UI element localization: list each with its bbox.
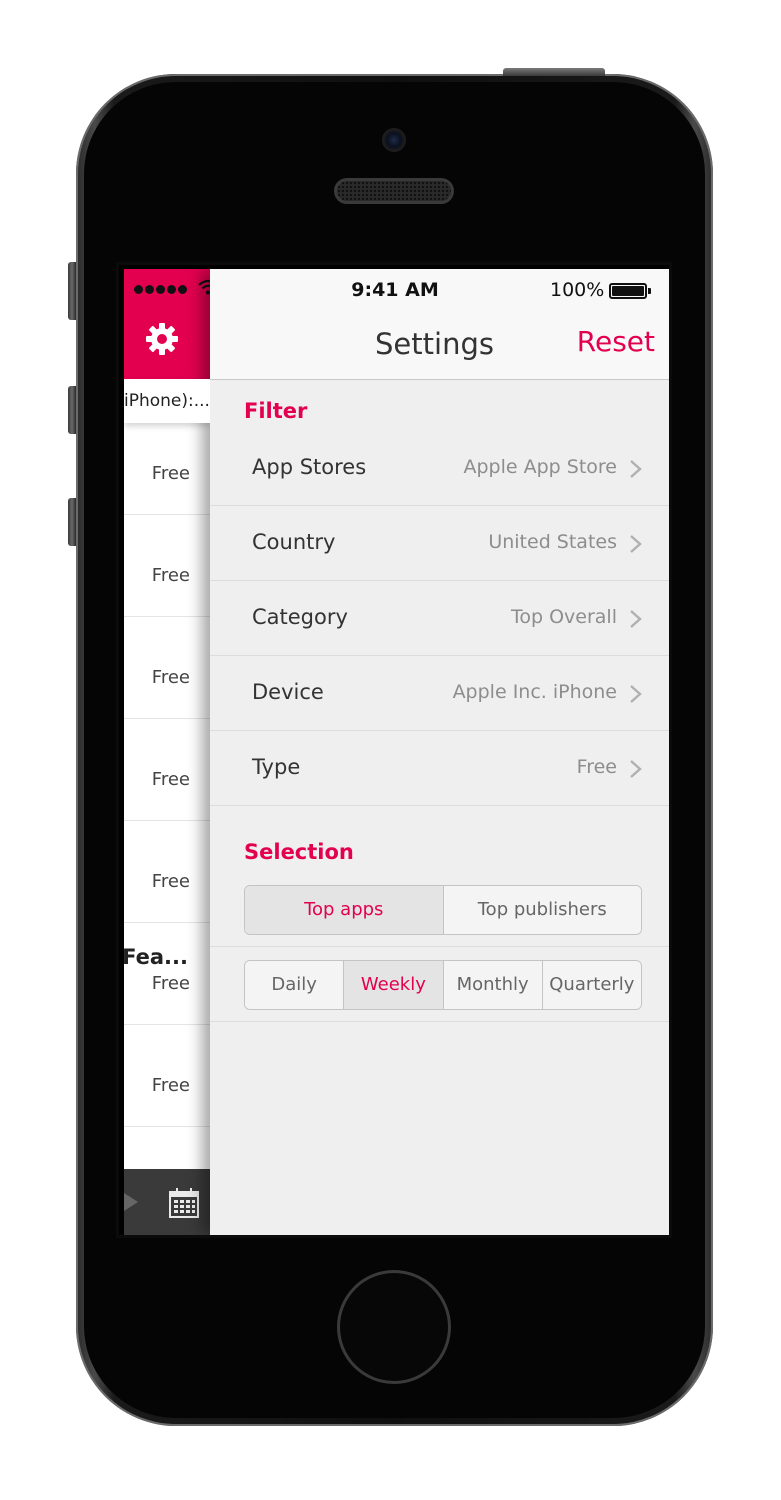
status-time: 9:41 AM [351, 279, 439, 301]
period-segmented-control: Daily Weekly Monthly Quarterly [244, 960, 642, 1010]
play-icon[interactable] [124, 1193, 138, 1211]
filter-row-category[interactable]: Category Top Overall [210, 581, 669, 656]
drawer-subtitle[interactable]: iPhone):... [124, 379, 210, 423]
row-value: Apple Inc. iPhone [452, 681, 617, 703]
kind-segmented-control: Top apps Top publishers [244, 885, 642, 935]
filter-row-app-stores[interactable]: App Stores Apple App Store [210, 431, 669, 506]
chevron-right-icon [630, 535, 642, 553]
drawer-list: Free Free Free Free Free , Fea... Free F… [124, 423, 210, 1127]
price-label: Free [151, 667, 190, 688]
item-title: , Fea... [124, 945, 188, 969]
front-camera [382, 128, 406, 152]
filter-row-device[interactable]: Device Apple Inc. iPhone [210, 656, 669, 731]
filter-row-type[interactable]: Type Free [210, 731, 669, 806]
battery-icon [609, 283, 647, 299]
phone-screen: iPhone):... Free Free Free Free Free , F… [116, 262, 672, 1238]
price-label: Free [151, 463, 190, 484]
chevron-right-icon [630, 610, 642, 628]
divider [210, 946, 669, 947]
side-drawer: iPhone):... Free Free Free Free Free , F… [124, 269, 210, 1235]
segment-top-publishers[interactable]: Top publishers [443, 886, 641, 934]
segment-daily[interactable]: Daily [245, 961, 345, 1009]
row-label: Country [252, 530, 336, 554]
selection-section-label: Selection [244, 840, 354, 864]
power-button [503, 68, 605, 76]
wifi-icon [198, 279, 210, 295]
calendar-icon[interactable] [168, 1187, 200, 1219]
row-label: Type [252, 755, 301, 779]
home-button[interactable] [337, 1270, 451, 1384]
battery-tip [648, 288, 651, 294]
page-title-text: Settings [375, 327, 494, 361]
price-label: Free [151, 769, 190, 790]
chevron-right-icon [630, 760, 642, 778]
segment-monthly[interactable]: Monthly [443, 961, 543, 1009]
row-label: Category [252, 605, 348, 629]
list-item[interactable]: Free [124, 821, 210, 923]
price-label: Free [151, 1075, 190, 1096]
list-item[interactable]: Free [124, 719, 210, 821]
list-item[interactable]: , Fea... Free [124, 923, 210, 1025]
price-label: Free [151, 565, 190, 586]
divider [210, 1021, 669, 1022]
price-label: Free [151, 973, 190, 994]
navigation-bar: 9:41 AM 100% Settings Reset [210, 269, 669, 380]
chevron-right-icon [630, 685, 642, 703]
reset-button[interactable]: Reset [577, 325, 655, 358]
row-label: Device [252, 680, 324, 704]
list-item[interactable]: Free [124, 423, 210, 515]
drawer-toolbar [124, 1169, 210, 1235]
volume-up-button [68, 386, 76, 434]
earpiece-speaker [334, 178, 454, 204]
gear-icon[interactable] [144, 321, 180, 357]
list-item[interactable]: Free [124, 1025, 210, 1127]
list-item[interactable]: Free [124, 515, 210, 617]
segment-top-apps[interactable]: Top apps [245, 886, 444, 934]
filter-section-label: Filter [244, 399, 308, 423]
volume-down-button [68, 498, 76, 546]
list-item[interactable]: Free [124, 617, 210, 719]
row-value: Top Overall [510, 606, 617, 628]
price-label: Free [151, 871, 190, 892]
filter-row-country[interactable]: Country United States [210, 506, 669, 581]
signal-strength-icon [134, 283, 189, 297]
row-value: Apple App Store [463, 456, 617, 478]
drawer-header [124, 269, 210, 379]
battery-percent: 100% [550, 279, 605, 301]
row-label: App Stores [252, 455, 367, 479]
chevron-right-icon [630, 460, 642, 478]
row-value: Free [576, 756, 617, 778]
settings-panel: 9:41 AM 100% Settings Reset Filter App S… [210, 269, 669, 1235]
mute-switch [68, 262, 76, 320]
segment-quarterly[interactable]: Quarterly [542, 961, 641, 1009]
segment-weekly[interactable]: Weekly [344, 961, 444, 1009]
row-value: United States [488, 531, 617, 553]
